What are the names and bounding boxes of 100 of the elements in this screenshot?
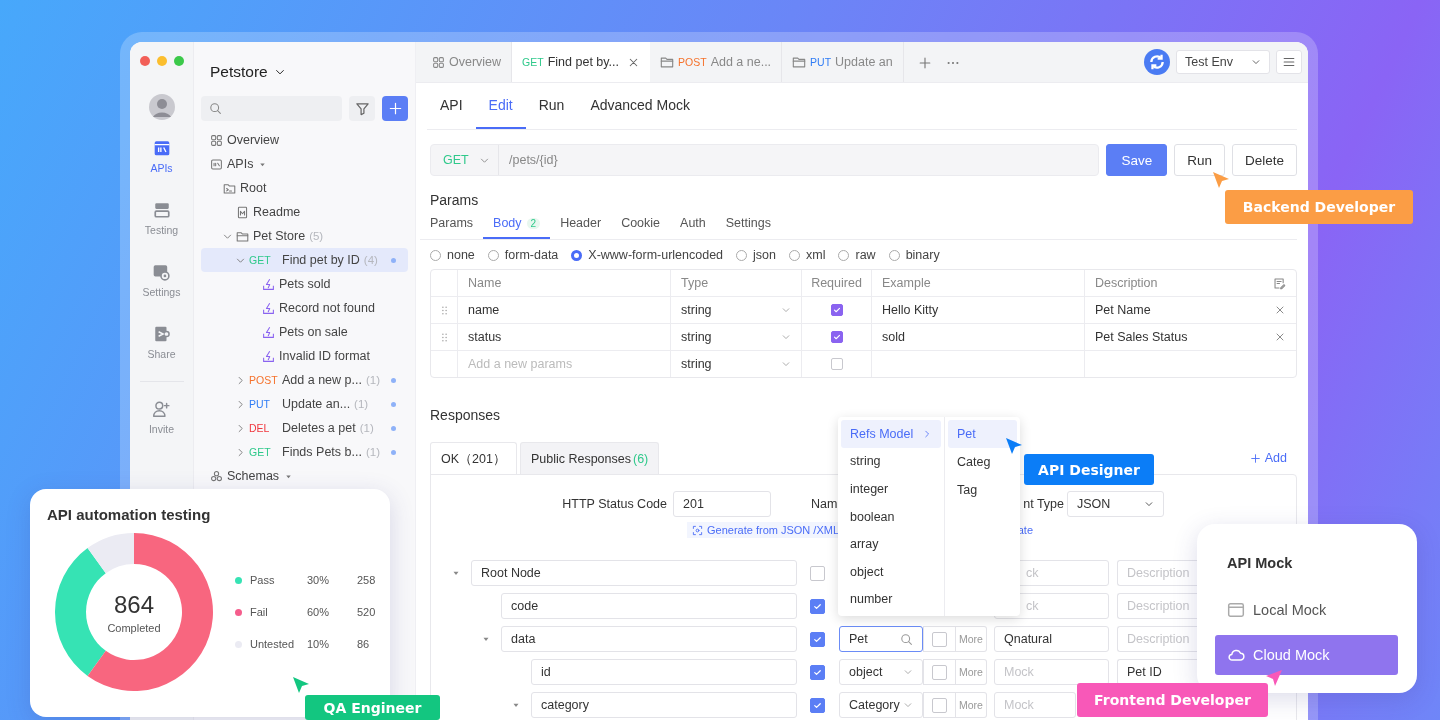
status-code-field[interactable]: 201: [673, 491, 771, 517]
tab[interactable]: Body 2: [483, 216, 551, 239]
radio-button[interactable]: [838, 249, 850, 261]
table-cell: Pet Name: [1095, 303, 1151, 317]
menu-item[interactable]: Tag: [948, 476, 1017, 504]
tab[interactable]: Edit: [475, 83, 526, 129]
search-field[interactable]: [201, 96, 342, 121]
type-select[interactable]: object: [839, 659, 923, 685]
checkbox[interactable]: [810, 664, 825, 680]
radio-button[interactable]: [571, 249, 583, 261]
search-icon: [900, 632, 913, 646]
tree-item[interactable]: APIs: [201, 152, 408, 176]
checkbox[interactable]: [830, 331, 843, 343]
tree-item[interactable]: POST Add a new p... (1): [201, 368, 408, 392]
checkbox[interactable]: [810, 598, 825, 614]
dot-icon: [391, 425, 396, 431]
menu-item[interactable]: object: [841, 557, 941, 586]
tab[interactable]: Params: [420, 216, 484, 239]
tab[interactable]: Cookie: [611, 216, 671, 239]
tree-item[interactable]: Root: [201, 176, 408, 200]
checkbox[interactable]: [830, 304, 843, 316]
radio-button[interactable]: [487, 249, 499, 261]
remove-icon[interactable]: [1274, 331, 1286, 343]
tab[interactable]: Run: [525, 83, 578, 129]
edit-icon[interactable]: [1273, 276, 1286, 290]
action-button[interactable]: Save: [1106, 144, 1168, 176]
mock-field[interactable]: Qnatural: [994, 626, 1109, 652]
field-name-input[interactable]: Root Node: [471, 560, 797, 586]
filter-button[interactable]: [349, 96, 375, 121]
menu-item[interactable]: number: [841, 585, 941, 614]
description-field[interactable]: Pet ID: [1117, 659, 1197, 685]
tree-item[interactable]: GET Find pet by ID (4): [201, 248, 408, 272]
menu-item[interactable]: string: [841, 447, 941, 476]
checkbox[interactable]: [932, 631, 947, 647]
tab[interactable]: Public Responses (6): [519, 442, 660, 474]
section-title: Responses: [430, 407, 501, 423]
menu-item[interactable]: Pet: [948, 420, 1017, 448]
menu-icon: [1282, 55, 1296, 69]
action-button[interactable]: Delete: [1231, 144, 1297, 176]
remove-icon[interactable]: [1274, 304, 1286, 316]
checkbox[interactable]: [810, 697, 825, 713]
menu-item[interactable]: Refs Model: [841, 420, 941, 448]
tree-item[interactable]: PUT Update an... (1): [201, 392, 408, 416]
field-name-input[interactable]: id: [531, 659, 797, 685]
add-link[interactable]: Add: [1249, 451, 1287, 465]
terminal-folder-icon: [223, 181, 236, 195]
tree-item[interactable]: Schemas: [201, 464, 408, 488]
radio-button[interactable]: [789, 249, 800, 261]
project-title[interactable]: Petstore: [210, 62, 408, 82]
tree-item[interactable]: Pets on sale: [201, 320, 408, 344]
checkbox[interactable]: [810, 631, 825, 647]
tab[interactable]: OK（201）: [430, 442, 517, 475]
nav-item[interactable]: APIs: [150, 139, 173, 201]
tab[interactable]: Advanced Mock: [577, 83, 703, 129]
add-button[interactable]: [382, 96, 408, 121]
sync-icon[interactable]: [1144, 49, 1170, 75]
tab[interactable]: PUT Update an: [782, 42, 904, 82]
tree-item[interactable]: Readme: [201, 200, 408, 224]
field-name-input[interactable]: data: [501, 626, 797, 652]
tree-item[interactable]: Record not found: [201, 296, 408, 320]
dot-icon: [391, 449, 396, 455]
environment-select[interactable]: Test Env: [1176, 50, 1270, 74]
tree-item[interactable]: GET Finds Pets b... (1): [201, 440, 408, 464]
menu-item[interactable]: integer: [841, 475, 941, 503]
tab[interactable]: GET Find pet by...: [512, 42, 651, 82]
case-icon: [262, 325, 275, 339]
field-name-input[interactable]: code: [501, 593, 797, 619]
tree-item[interactable]: Pet Store (5): [201, 224, 408, 248]
checkbox[interactable]: [830, 358, 843, 370]
type-select[interactable]: Pet: [839, 626, 923, 652]
tab[interactable]: Settings: [715, 216, 781, 239]
field-name-input[interactable]: category: [531, 692, 797, 718]
tab[interactable]: Auth: [670, 216, 716, 239]
type-select[interactable]: string: [671, 297, 802, 324]
menu-item[interactable]: Categ: [948, 448, 1017, 476]
type-select[interactable]: Category: [839, 692, 923, 718]
mock-option[interactable]: Cloud Mock: [1215, 635, 1398, 675]
role-tag: QA Engineer: [305, 695, 440, 720]
tree-item[interactable]: Pets sold: [201, 272, 408, 296]
checkbox[interactable]: [932, 697, 947, 713]
radio-button[interactable]: [430, 249, 441, 261]
tree-item[interactable]: Invalid ID format: [201, 344, 408, 368]
action-button[interactable]: Run: [1174, 144, 1225, 176]
checkbox[interactable]: [810, 565, 825, 581]
legend-percent: 30%: [307, 574, 331, 586]
tab[interactable]: API: [427, 83, 476, 129]
checkbox[interactable]: [932, 664, 947, 680]
tree-item[interactable]: DEL Deletes a pet (1): [201, 416, 408, 440]
type-select[interactable]: string: [671, 351, 802, 377]
legend-label: Fail: [250, 606, 269, 618]
tab[interactable]: Header: [550, 216, 612, 239]
menu-button[interactable]: [1276, 50, 1302, 74]
radio-button[interactable]: [736, 249, 748, 261]
radio-button[interactable]: [888, 249, 900, 261]
plus-icon[interactable]: [917, 56, 932, 70]
tree-item[interactable]: Overview: [201, 128, 408, 152]
mock-option[interactable]: Local Mock: [1215, 590, 1398, 630]
content-type-select[interactable]: JSON: [1067, 491, 1164, 517]
cursor-icon: [1004, 436, 1024, 456]
type-select[interactable]: string: [671, 324, 802, 351]
